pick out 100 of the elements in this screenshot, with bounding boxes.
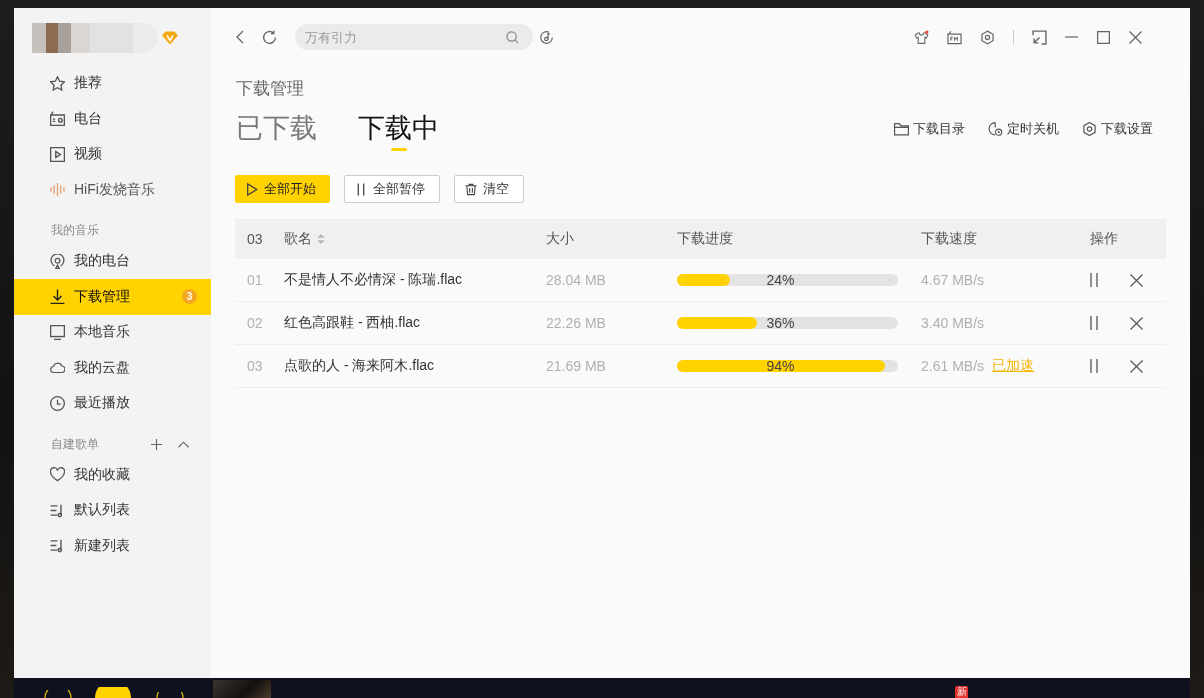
new-badge: 新 (955, 686, 968, 698)
settings-icon[interactable] (980, 29, 995, 45)
radio-icon (50, 111, 65, 127)
file-name: 红色高跟鞋 - 西柚.flac (284, 314, 422, 332)
sidebar-item-label: HiFi发烧音乐 (74, 180, 155, 199)
podcast-icon (50, 253, 65, 269)
play-icon (246, 182, 258, 196)
sidebar-item[interactable]: 我的收藏 (14, 457, 211, 493)
video-icon (50, 146, 65, 162)
progress-percent: 36% (766, 316, 795, 330)
column-header: 歌名 (284, 230, 312, 248)
download-speed: 3.40 MB/s (921, 315, 985, 331)
close-icon[interactable] (1129, 30, 1142, 44)
action-link[interactable]: 下载设置 (1082, 120, 1153, 138)
file-size: 22.26 MB (546, 315, 607, 331)
search-field[interactable]: 万有引力 (295, 24, 533, 50)
toolbar-button[interactable]: 清空 (454, 175, 524, 203)
file-name: 点歌的人 - 海来阿木.flac (284, 357, 436, 375)
refresh-icon[interactable] (262, 29, 277, 45)
cover-photo-placeholder (213, 680, 271, 698)
file-size: 21.69 MB (546, 358, 607, 374)
column-header: 03 (247, 231, 263, 247)
sidebar-item[interactable]: 新建列表 (14, 528, 211, 564)
playlist-icon (50, 502, 65, 518)
button-label: 全部开始 (264, 180, 316, 198)
action-label: 下载设置 (1101, 120, 1153, 138)
toolbar-button[interactable]: 全部暂停 (344, 175, 440, 203)
cloud-icon (50, 360, 65, 376)
fm-radio-icon[interactable] (947, 29, 962, 45)
tab[interactable]: 下载中 (358, 110, 439, 151)
folder-icon (894, 122, 909, 136)
maximize-icon[interactable] (1097, 30, 1110, 44)
sidebar-item[interactable]: 电台 (14, 101, 211, 137)
settings-icon (1082, 122, 1097, 136)
count-badge: 3 (182, 289, 197, 305)
download-speed: 4.67 MB/s (921, 272, 985, 288)
trash-icon (465, 182, 477, 196)
sidebar-item-label: 我的收藏 (74, 465, 130, 484)
diamond-icon (162, 31, 178, 45)
star-icon (50, 75, 65, 91)
button-label: 清空 (483, 180, 509, 198)
action-label: 定时关机 (1007, 120, 1059, 138)
sidebar-item-label: 下载管理 (74, 287, 130, 306)
download-icon (50, 289, 65, 305)
music-note-circle-icon[interactable] (539, 29, 554, 45)
button-label: 全部暂停 (373, 180, 425, 198)
progress-percent: 24% (766, 273, 795, 287)
file-size: 28.04 MB (546, 272, 607, 288)
sidebar-item-label: 我的云盘 (74, 358, 130, 377)
sidebar-item-label: 最近播放 (74, 394, 130, 413)
row-number: 03 (247, 358, 264, 374)
sidebar-item[interactable]: HiFi发烧音乐 (14, 172, 211, 208)
tab[interactable]: 已下载 (236, 110, 317, 151)
sidebar-item[interactable]: 我的电台 (14, 243, 211, 279)
sidebar-item[interactable]: 默认列表 (14, 492, 211, 528)
player-control-button[interactable] (156, 692, 184, 698)
waveform-icon (50, 182, 65, 198)
row-number: 01 (247, 272, 264, 288)
close-icon[interactable] (1130, 316, 1143, 330)
sidebar-item[interactable]: 最近播放 (14, 385, 211, 421)
pause-icon[interactable] (1090, 273, 1098, 287)
chevron-up-icon[interactable] (178, 440, 189, 448)
toolbar-button[interactable]: 全部开始 (235, 175, 330, 203)
sidebar-item[interactable]: 视频 (14, 136, 211, 172)
progress-percent: 94% (766, 359, 795, 373)
action-link[interactable]: 定时关机 (988, 120, 1059, 138)
mini-mode-icon[interactable] (1032, 29, 1047, 45)
sidebar-item-label: 默认列表 (74, 501, 130, 520)
sidebar-item-label: 本地音乐 (74, 323, 130, 342)
playlist-icon (50, 538, 65, 554)
sidebar-item[interactable]: 本地音乐 (14, 314, 211, 350)
clock-icon (50, 395, 65, 411)
timer-icon (988, 122, 1003, 136)
pause-icon[interactable] (1090, 359, 1098, 373)
search-icon[interactable] (506, 30, 519, 44)
close-icon[interactable] (1130, 273, 1143, 287)
shirt-icon[interactable] (914, 29, 929, 45)
action-link[interactable]: 下载目录 (894, 120, 965, 138)
column-header: 下载速度 (921, 230, 977, 248)
back-icon[interactable] (236, 30, 244, 44)
sidebar-item-label: 新建列表 (74, 536, 130, 555)
action-label: 下载目录 (913, 120, 965, 138)
sidebar-item-label: 电台 (74, 109, 102, 128)
add-icon[interactable] (151, 438, 162, 450)
sidebar-item[interactable]: 我的云盘 (14, 350, 211, 386)
column-header: 下载进度 (677, 230, 733, 248)
sidebar-item[interactable]: 推荐 (14, 65, 211, 101)
sidebar-item[interactable]: 下载管理 3 (14, 279, 211, 315)
monitor-icon (50, 324, 65, 340)
pause-icon (355, 182, 367, 196)
row-number: 02 (247, 315, 264, 331)
section-title: 我的音乐 (51, 222, 99, 239)
column-header: 操作 (1090, 230, 1118, 248)
heart-icon (50, 467, 65, 483)
pause-icon[interactable] (1090, 316, 1098, 330)
close-icon[interactable] (1130, 359, 1143, 373)
file-name: 不是情人不必情深 - 陈瑞.flac (284, 271, 464, 289)
sidebar-item-label: 我的电台 (74, 252, 130, 271)
player-control-button[interactable] (44, 690, 72, 698)
player-control-button[interactable] (95, 687, 131, 698)
